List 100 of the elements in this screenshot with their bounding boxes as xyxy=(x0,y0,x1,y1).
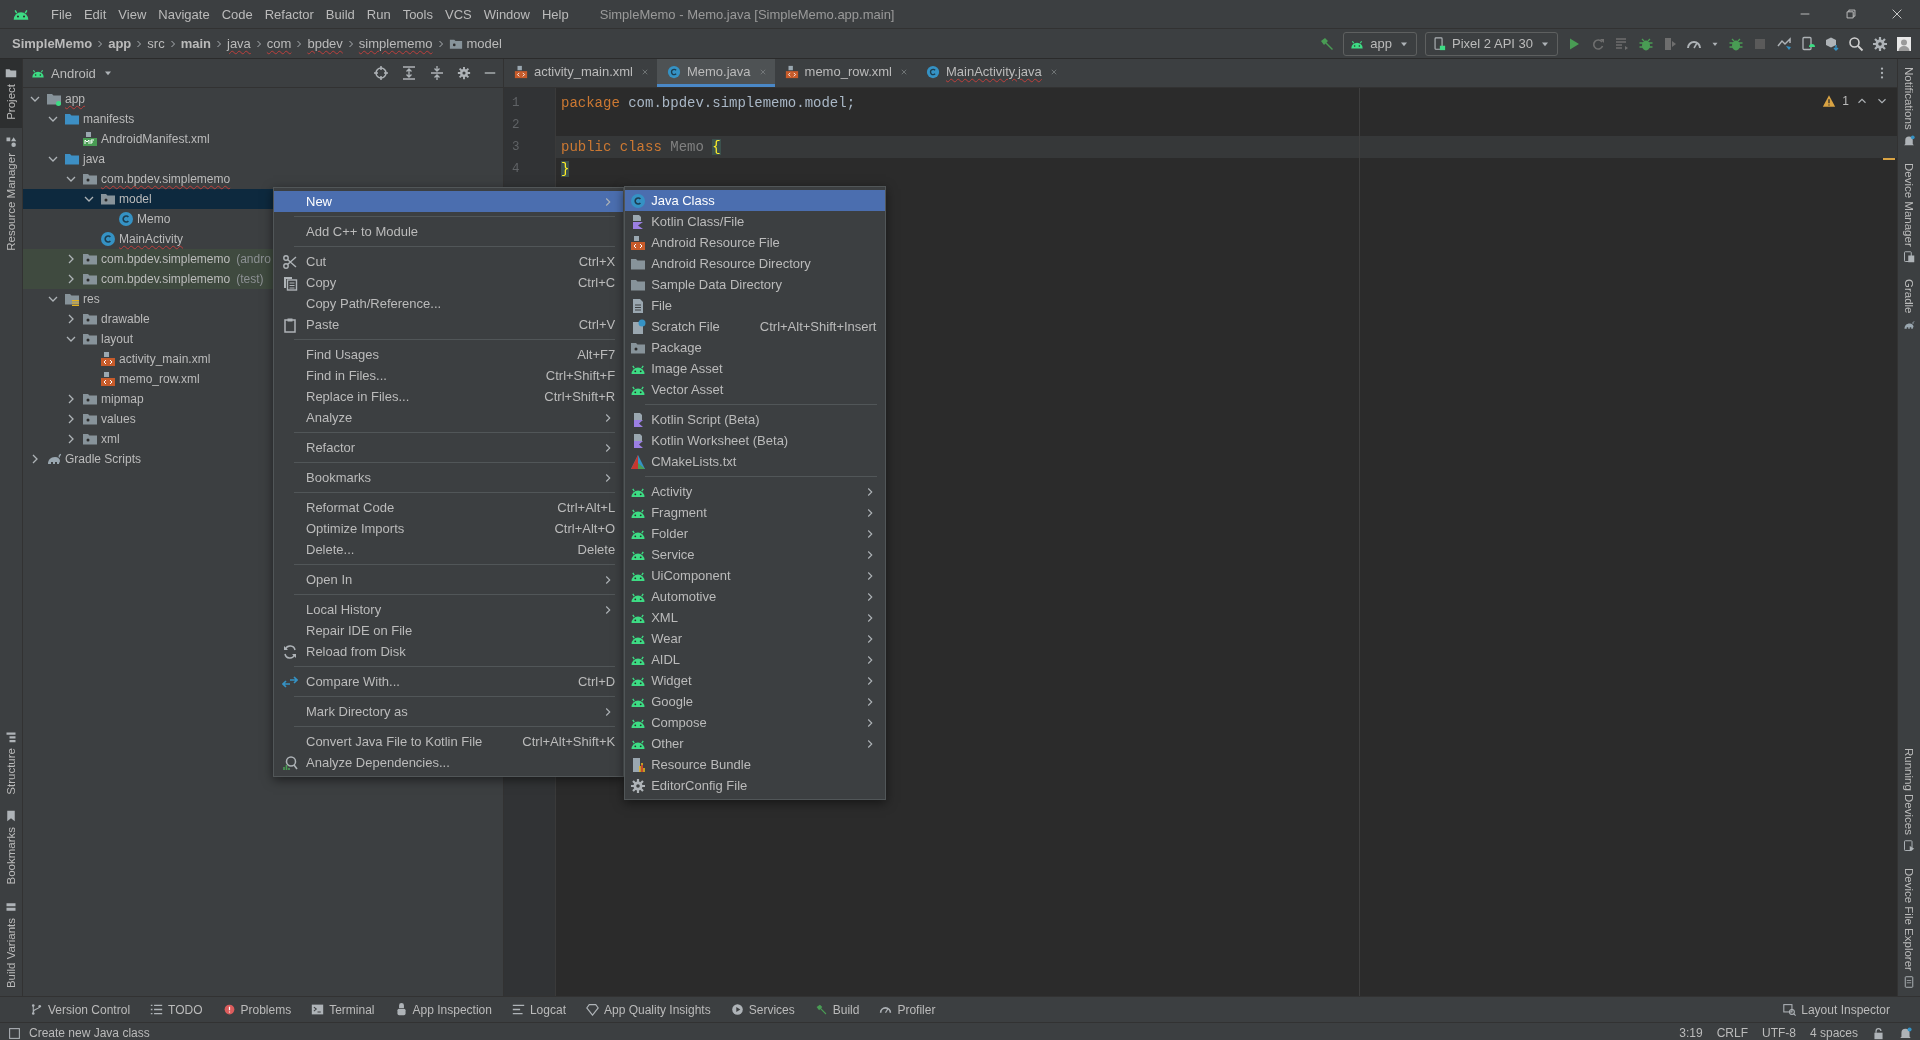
menu-item[interactable]: Kotlin Worksheet (Beta) xyxy=(625,430,885,451)
tool-window-button[interactable]: Problems xyxy=(222,1002,292,1017)
menu-item[interactable]: New xyxy=(274,191,624,212)
tool-window-button[interactable]: App Inspection xyxy=(394,1002,492,1017)
tree-item[interactable]: AndroidManifest.xml xyxy=(23,129,503,149)
menu-item[interactable]: Bookmarks xyxy=(274,467,624,488)
avatar-icon[interactable] xyxy=(1896,35,1912,52)
menu-item[interactable]: Wear xyxy=(625,628,885,649)
expand-all-icon[interactable] xyxy=(401,65,417,81)
tool-window-button[interactable]: TODO xyxy=(150,1002,203,1017)
menu-item[interactable]: Mark Directory as xyxy=(274,701,624,722)
editor-tab[interactable]: Memo.java xyxy=(656,59,775,87)
menu-item[interactable]: Find in Files... Ctrl+Shift+F xyxy=(274,365,624,386)
tool-window-tab[interactable]: Bookmarks xyxy=(0,802,22,893)
menu-bar-item[interactable]: Tools xyxy=(397,3,438,25)
menu-item[interactable]: Android Resource File xyxy=(625,232,885,253)
menu-item[interactable]: Google xyxy=(625,691,885,712)
menu-item[interactable]: Package xyxy=(625,337,885,358)
panel-toggle-icon[interactable] xyxy=(8,1026,21,1040)
editor-tab[interactable]: activity_main.xml xyxy=(504,59,657,87)
menu-bar-item[interactable]: Edit xyxy=(78,3,112,25)
menu-item[interactable]: File xyxy=(625,295,885,316)
breadcrumb-item[interactable]: SimpleMemo xyxy=(10,36,95,51)
menu-item[interactable]: Java Class xyxy=(625,190,885,211)
tool-window-tab[interactable]: Gradle xyxy=(1898,271,1920,339)
menu-item[interactable]: Widget xyxy=(625,670,885,691)
menu-item[interactable]: XML xyxy=(625,607,885,628)
menu-item[interactable]: Replace in Files... Ctrl+Shift+R xyxy=(274,386,624,407)
breadcrumb-item[interactable]: com xyxy=(264,36,294,51)
warning-marker[interactable] xyxy=(1883,158,1895,160)
editor-tab[interactable]: MainActivity.java xyxy=(915,59,1066,87)
sdk-download-icon[interactable] xyxy=(1824,35,1840,52)
menu-item[interactable]: Refactor xyxy=(274,437,624,458)
tree-item[interactable]: manifests xyxy=(23,109,503,129)
device-dropdown[interactable]: Pixel 2 API 30 xyxy=(1425,31,1558,56)
menu-item[interactable]: Folder xyxy=(625,523,885,544)
caret-position[interactable]: 3:19 xyxy=(1679,1026,1703,1040)
search-icon[interactable] xyxy=(1848,35,1864,52)
menu-item[interactable]: Compare With... Ctrl+D xyxy=(274,671,624,692)
indent-setting[interactable]: 4 spaces xyxy=(1809,1026,1858,1040)
menu-bar-item[interactable]: Run xyxy=(361,3,396,25)
tree-item[interactable]: com.bpdev.simplememo xyxy=(23,169,503,189)
menu-item[interactable]: Delete... Delete xyxy=(274,539,624,560)
tool-window-button[interactable]: Layout Inspector xyxy=(1783,1002,1890,1017)
menu-bar-item[interactable]: File xyxy=(46,3,77,25)
device-icon[interactable] xyxy=(1800,35,1816,52)
tool-window-tab[interactable]: Device Manager xyxy=(1898,154,1920,272)
menu-item[interactable]: Vector Asset xyxy=(625,379,885,400)
tool-window-tab[interactable]: Project xyxy=(0,59,22,128)
menu-item[interactable]: Sample Data Directory xyxy=(625,274,885,295)
tree-item[interactable]: app xyxy=(23,89,503,109)
menu-bar-item[interactable]: Refactor xyxy=(259,3,319,25)
breadcrumb-item[interactable]: app xyxy=(106,36,134,51)
menu-item[interactable]: Reload from Disk xyxy=(274,641,624,662)
tool-window-button[interactable]: Version Control xyxy=(30,1002,131,1017)
menu-item[interactable]: Reformat Code Ctrl+Alt+L xyxy=(274,497,624,518)
menu-bar-item[interactable]: Code xyxy=(216,3,258,25)
tool-window-tab[interactable]: Device File Explorer xyxy=(1898,860,1920,996)
menu-item[interactable]: Fragment xyxy=(625,502,885,523)
menu-item[interactable]: Compose xyxy=(625,712,885,733)
warning-count[interactable]: 1 xyxy=(1842,94,1849,108)
menu-item[interactable]: Kotlin Script (Beta) xyxy=(625,409,885,430)
menu-item[interactable]: EditorConfig File xyxy=(625,775,885,796)
menu-item[interactable]: Copy Path/Reference... xyxy=(274,293,624,314)
menu-item[interactable]: Service xyxy=(625,544,885,565)
breadcrumb-item[interactable]: simplememo xyxy=(356,36,435,51)
breadcrumb-item[interactable]: bpdev xyxy=(305,36,345,51)
menu-item[interactable]: Convert Java File to Kotlin File Ctrl+Alt+Shift+K xyxy=(274,731,624,752)
menu-item[interactable]: Resource Bundle xyxy=(625,754,885,775)
menu-item[interactable]: Other xyxy=(625,733,885,754)
menu-bar-item[interactable]: View xyxy=(113,3,152,25)
menu-item[interactable]: Repair IDE on File xyxy=(274,620,624,641)
menu-item[interactable]: Local History xyxy=(274,599,624,620)
menu-item[interactable]: Add C++ to Module xyxy=(274,221,624,242)
menu-item[interactable]: UiComponent xyxy=(625,565,885,586)
sync-icon[interactable] xyxy=(1776,35,1792,52)
tool-window-button[interactable]: Services xyxy=(730,1002,795,1017)
tree-item[interactable]: java xyxy=(23,149,503,169)
settings-icon[interactable] xyxy=(457,66,471,80)
editor-tab[interactable]: memo_row.xml xyxy=(774,59,916,87)
file-encoding[interactable]: UTF-8 xyxy=(1761,1026,1796,1040)
run-config-dropdown[interactable]: app xyxy=(1343,31,1418,56)
tool-window-tab[interactable]: Notifications xyxy=(1898,59,1920,155)
menu-item[interactable]: Automotive xyxy=(625,586,885,607)
tool-window-button[interactable]: Build xyxy=(814,1002,860,1017)
lock-icon[interactable] xyxy=(1872,1026,1885,1040)
tool-window-tab[interactable]: Build Variants xyxy=(0,892,22,996)
settings-icon[interactable] xyxy=(1872,35,1888,52)
breadcrumb-item[interactable]: model xyxy=(446,36,504,51)
menu-item[interactable]: Scratch File Ctrl+Alt+Shift+Insert xyxy=(625,316,885,337)
menu-item[interactable]: Analyze xyxy=(274,407,624,428)
menu-item[interactable]: Analyze Dependencies... xyxy=(274,752,624,773)
tool-window-button[interactable]: Profiler xyxy=(879,1002,936,1017)
breadcrumb-item[interactable]: main xyxy=(178,36,213,51)
menu-bar-item[interactable]: Build xyxy=(320,3,360,25)
menu-bar-item[interactable]: VCS xyxy=(440,3,477,25)
menu-item[interactable]: Kotlin Class/File xyxy=(625,211,885,232)
menu-item[interactable]: Image Asset xyxy=(625,358,885,379)
menu-item[interactable]: CMakeLists.txt xyxy=(625,451,885,472)
menu-bar-item[interactable]: Navigate xyxy=(153,3,215,25)
